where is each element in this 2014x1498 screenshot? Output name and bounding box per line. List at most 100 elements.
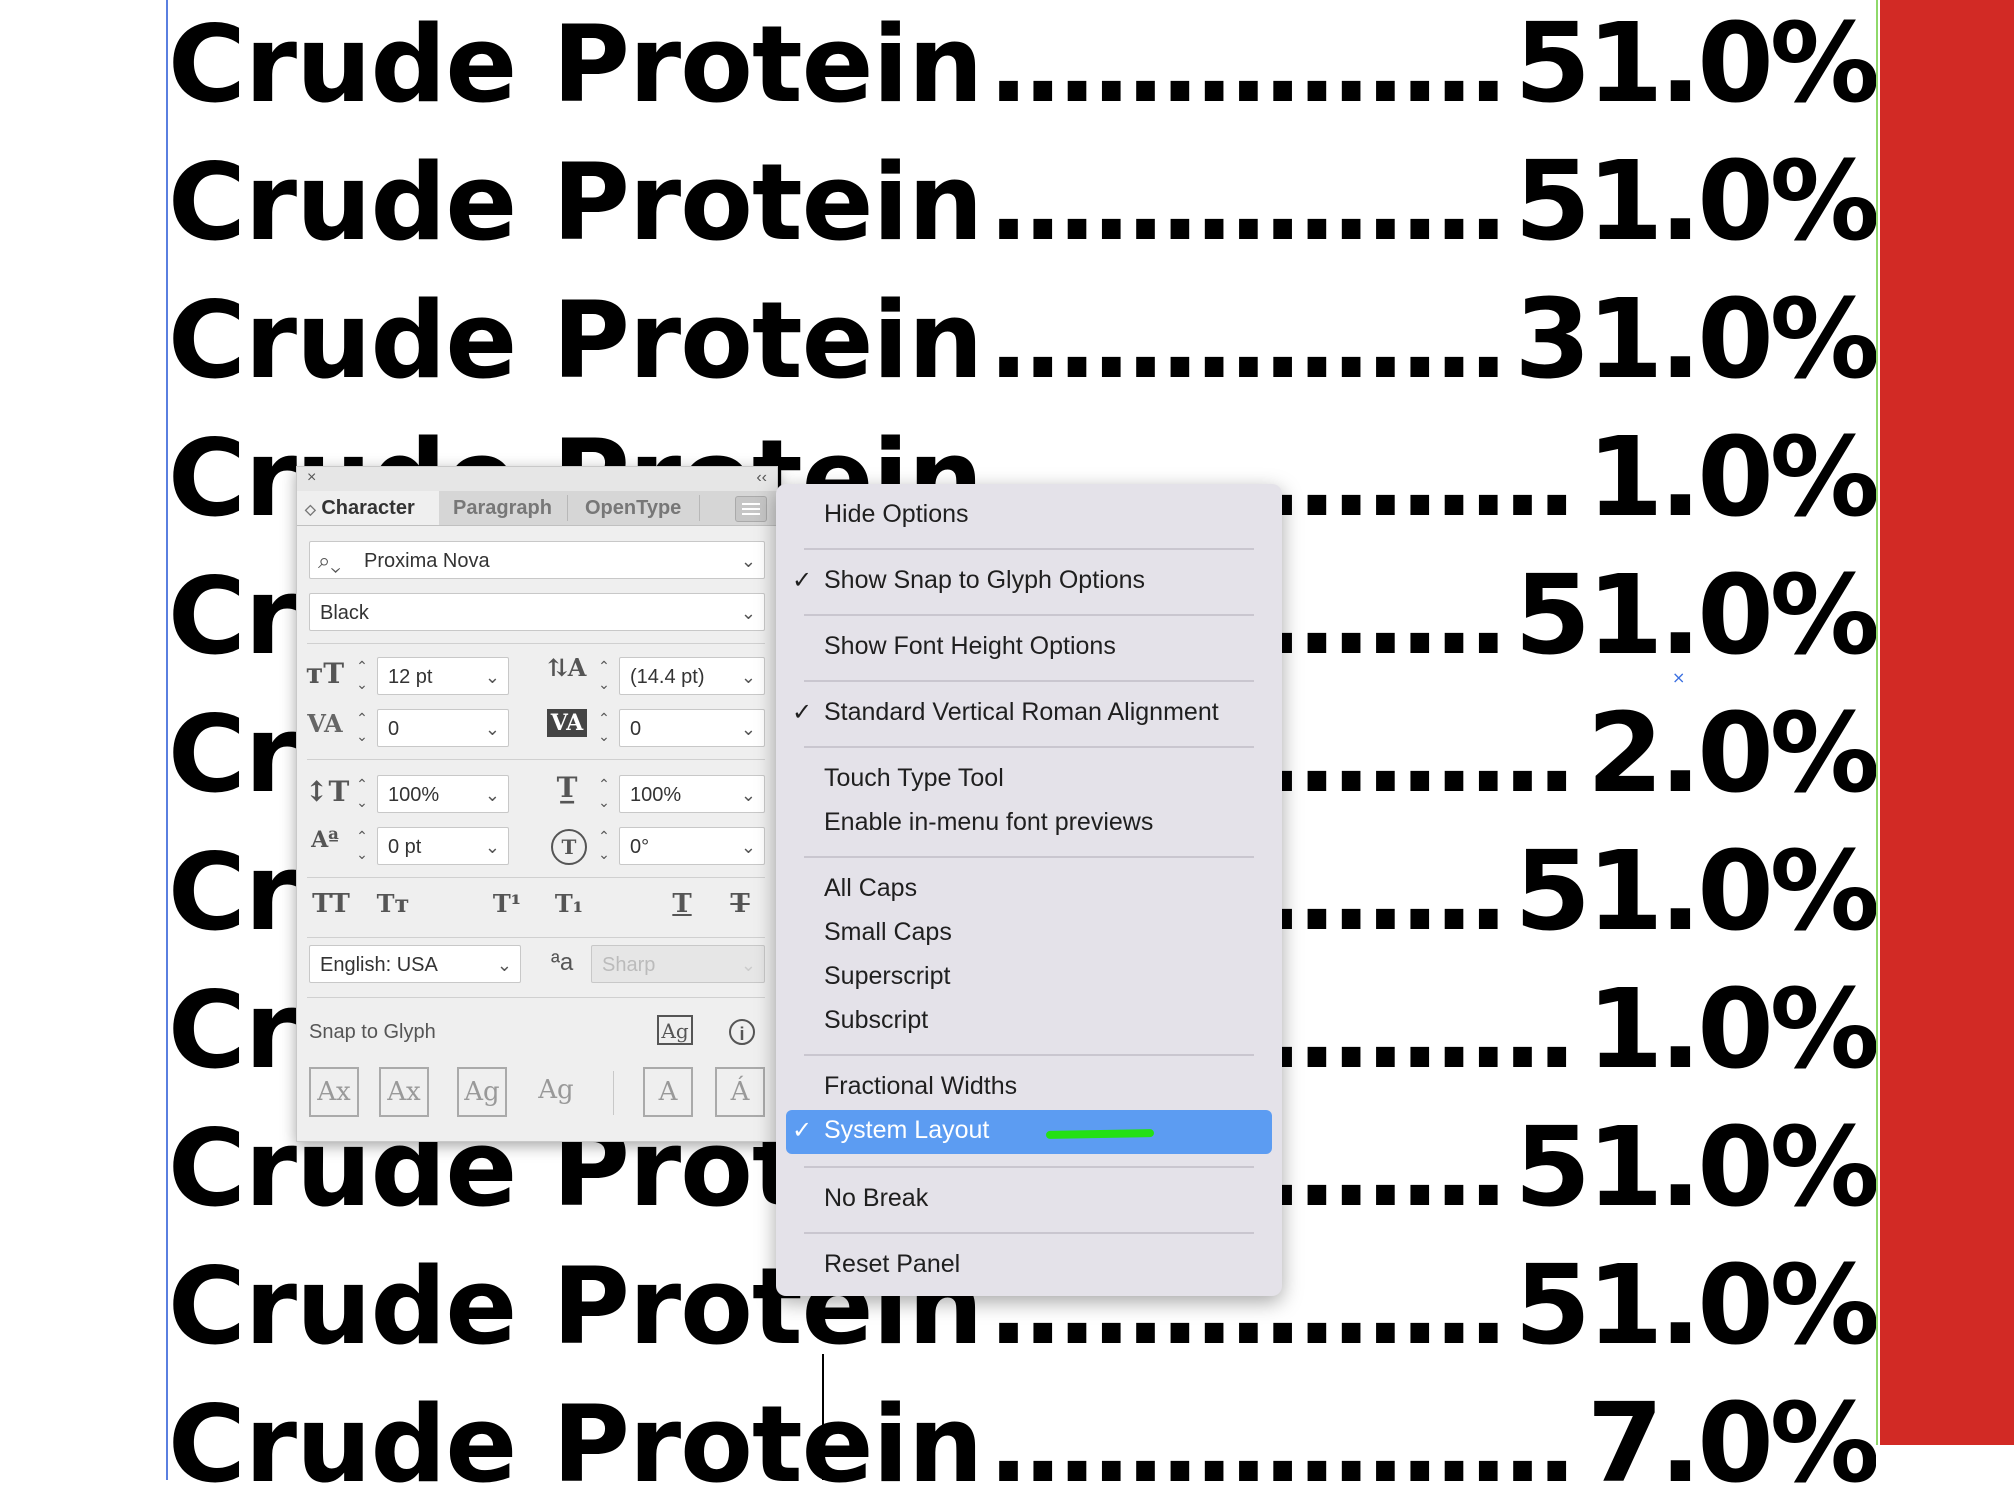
chevron-down-icon[interactable]: ⌄: [741, 542, 756, 580]
vertical-scale-stepper[interactable]: ⌃ ⌄: [351, 775, 373, 813]
close-icon[interactable]: ×: [307, 469, 316, 487]
menu-item-no-break[interactable]: No Break: [824, 1184, 928, 1213]
row-value: 1.0%: [1586, 965, 1876, 1084]
underline-icon[interactable]: T: [667, 889, 697, 919]
kerning-icon: VA: [307, 709, 343, 738]
panel-tabs: ◇ Character Paragraph OpenType: [297, 491, 777, 526]
chevron-down-icon[interactable]: ⌄: [485, 658, 500, 696]
row-leader-dots: ........................................…: [988, 1392, 1581, 1498]
chevron-down-icon[interactable]: ⌄: [485, 776, 500, 814]
kerning-field[interactable]: 0 ⌄: [377, 709, 509, 747]
row-value: 51.0%: [1514, 137, 1876, 256]
vertical-scale-field[interactable]: 100% ⌄: [377, 775, 509, 813]
character-panel[interactable]: × ‹‹ ◇ Character Paragraph OpenType ⌕⌄ P…: [296, 466, 778, 1142]
snap-xheight-button[interactable]: Ax: [379, 1067, 429, 1117]
tab-opentype[interactable]: OpenType: [575, 491, 691, 525]
red-color-block: [1880, 0, 2014, 1445]
font-family-field[interactable]: ⌕⌄ Proxima Nova ⌄: [309, 541, 765, 579]
horizontal-scale-field[interactable]: 100% ⌄: [619, 775, 765, 813]
leading-icon: ⇅A: [547, 653, 587, 682]
font-family-value: Proxima Nova: [364, 550, 490, 572]
row-value: 31.0%: [1514, 275, 1876, 394]
strikethrough-icon[interactable]: T: [725, 889, 755, 919]
menu-item-show-snap-to-glyph-options[interactable]: Show Snap to Glyph Options: [824, 566, 1145, 595]
chevron-down-icon[interactable]: ⌄: [741, 946, 756, 984]
row-leader-dots: ........................................…: [988, 288, 1508, 394]
menu-item-all-caps[interactable]: All Caps: [824, 874, 917, 903]
snap-angular-button[interactable]: A: [643, 1067, 693, 1117]
info-icon[interactable]: i: [729, 1019, 755, 1045]
subscript-icon[interactable]: T₁: [549, 889, 589, 918]
snap-anchor-button[interactable]: Á: [715, 1067, 765, 1117]
chevron-down-icon[interactable]: ⌄: [497, 946, 512, 984]
font-style-field[interactable]: Black ⌄: [309, 593, 765, 631]
row-value: 2.0%: [1586, 689, 1876, 808]
row-leader-dots: ........................................…: [988, 12, 1508, 118]
font-size-stepper[interactable]: ⌃ ⌄: [351, 657, 373, 695]
row-value: 51.0%: [1514, 1241, 1876, 1360]
row-leader-dots: ........................................…: [988, 150, 1508, 256]
language-select[interactable]: English: USA ⌄: [309, 945, 521, 983]
menu-item-touch-type-tool[interactable]: Touch Type Tool: [824, 764, 1004, 793]
horizontal-scale-icon: T̲: [556, 771, 578, 804]
chevron-down-icon[interactable]: ⌄: [485, 710, 500, 748]
font-size-field[interactable]: 12 pt ⌄: [377, 657, 509, 695]
small-caps-icon[interactable]: Tт: [373, 889, 413, 918]
horizontal-scale-stepper[interactable]: ⌃ ⌄: [593, 775, 615, 813]
chevron-down-icon[interactable]: ⌄: [741, 828, 756, 866]
chevron-down-icon[interactable]: ⌄: [741, 710, 756, 748]
menu-item-small-caps[interactable]: Small Caps: [824, 918, 952, 947]
menu-item-subscript[interactable]: Subscript: [824, 1006, 928, 1035]
menu-item-superscript[interactable]: Superscript: [824, 962, 950, 991]
row-label: Crude Protein: [168, 279, 983, 394]
check-icon: ✓: [792, 1117, 813, 1144]
tab-character[interactable]: ◇ Character: [297, 491, 439, 525]
superscript-icon[interactable]: T¹: [487, 889, 527, 918]
snap-to-glyph-label: Snap to Glyph: [309, 1021, 436, 1043]
panel-title-bar[interactable]: × ‹‹: [297, 467, 777, 491]
menu-item-hide-options[interactable]: Hide Options: [824, 500, 969, 529]
row-label: Crude Protein: [168, 141, 983, 256]
menu-item-reset-panel[interactable]: Reset Panel: [824, 1250, 960, 1279]
row-value: 7.0%: [1586, 1379, 1876, 1498]
rotation-field[interactable]: 0° ⌄: [619, 827, 765, 865]
snap-baseline-button[interactable]: Ax: [309, 1067, 359, 1117]
menu-item-system-layout-highlight[interactable]: ✓ System Layout: [786, 1110, 1272, 1154]
text-row[interactable]: Crude Protein...........................…: [168, 1360, 1876, 1498]
rotation-stepper[interactable]: ⌃ ⌄: [593, 827, 615, 865]
green-annotation-mark: [1045, 1129, 1155, 1139]
menu-item-system-layout[interactable]: System Layout: [824, 1116, 989, 1145]
anti-alias-select[interactable]: Sharp ⌄: [591, 945, 765, 983]
chevron-down-icon[interactable]: ⌄: [741, 658, 756, 696]
leading-field[interactable]: (14.4 pt) ⌄: [619, 657, 765, 695]
updown-chevron-icon: ◇: [305, 501, 316, 517]
font-style-value: Black: [320, 602, 369, 624]
menu-item-standard-vertical-roman-alignment[interactable]: Standard Vertical Roman Alignment: [824, 698, 1219, 727]
kerning-stepper[interactable]: ⌃ ⌄: [351, 709, 373, 747]
glyph-icon[interactable]: Ag: [657, 1015, 693, 1045]
baseline-shift-field[interactable]: 0 pt ⌄: [377, 827, 509, 865]
tab-paragraph[interactable]: Paragraph: [443, 491, 562, 525]
leading-stepper[interactable]: ⌃ ⌄: [593, 657, 615, 695]
snap-proximity-button[interactable]: Ag: [531, 1067, 581, 1117]
panel-menu-button[interactable]: [735, 496, 767, 522]
snap-glyph-bounds-button[interactable]: Ag: [457, 1067, 507, 1117]
search-icon[interactable]: ⌕⌄: [318, 542, 341, 580]
row-value: 51.0%: [1514, 551, 1876, 670]
tracking-field[interactable]: 0 ⌄: [619, 709, 765, 747]
stray-mark-icon: ×: [1672, 668, 1686, 687]
row-label: Crude Protein: [168, 3, 983, 118]
collapse-icon[interactable]: ‹‹: [756, 469, 767, 487]
chevron-down-icon[interactable]: ⌄: [485, 828, 500, 866]
all-caps-icon[interactable]: TT: [311, 889, 351, 919]
text-row[interactable]: Crude Protein...........................…: [168, 118, 1876, 256]
text-row[interactable]: Crude Protein...........................…: [168, 256, 1876, 394]
menu-item-fractional-widths[interactable]: Fractional Widths: [824, 1072, 1017, 1101]
tracking-stepper[interactable]: ⌃ ⌄: [593, 709, 615, 747]
baseline-shift-stepper[interactable]: ⌃ ⌄: [351, 827, 373, 865]
menu-item-show-font-height-options[interactable]: Show Font Height Options: [824, 632, 1116, 661]
text-row[interactable]: Crude Protein...........................…: [168, 0, 1876, 118]
chevron-down-icon[interactable]: ⌄: [741, 594, 756, 632]
chevron-down-icon[interactable]: ⌄: [741, 776, 756, 814]
menu-item-enable-in-menu-font-previews[interactable]: Enable in-menu font previews: [824, 808, 1153, 837]
